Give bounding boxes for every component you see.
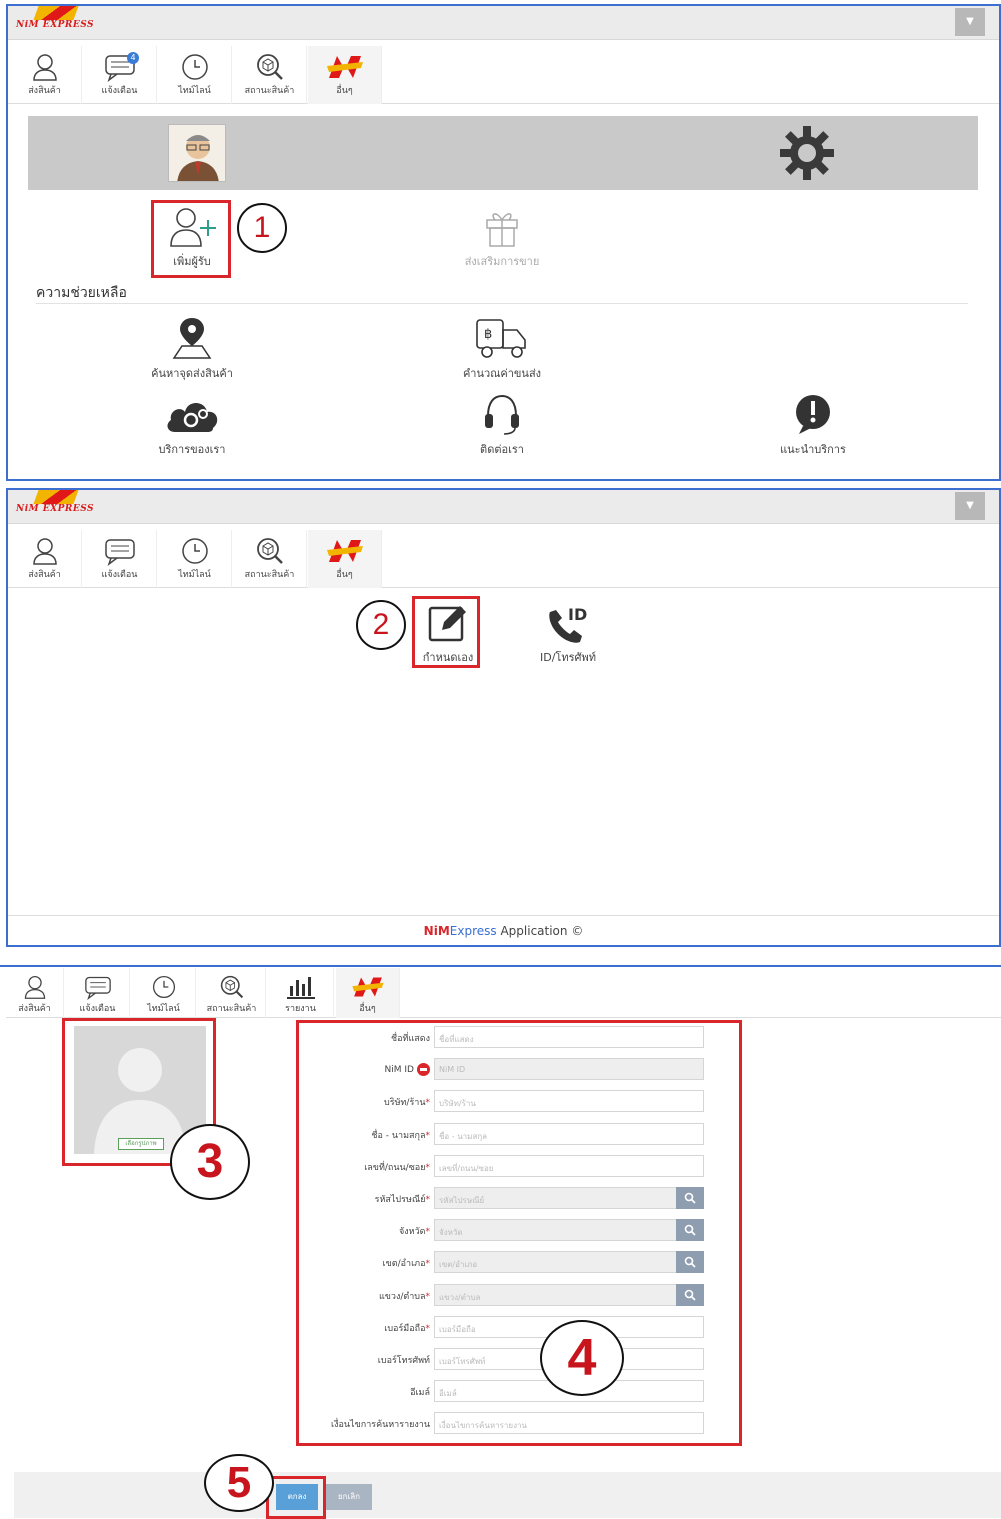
truck-baht-icon: ฿ xyxy=(476,319,526,358)
tab-label: แจ้งเตือน xyxy=(101,86,138,96)
tab-label: สถานะสินค้า xyxy=(206,1004,257,1014)
step-marker-5: 5 xyxy=(204,1454,274,1512)
find-dropoff-button[interactable]: ค้นหาจุดส่งสินค้า xyxy=(132,316,252,382)
tab-label: อื่นๆ xyxy=(359,1004,376,1014)
clock-icon xyxy=(181,54,208,80)
tab-timeline[interactable]: ไทม์ไลน์ xyxy=(158,46,232,104)
highlight-box-2 xyxy=(412,596,480,668)
find-dropoff-label: ค้นหาจุดส่งสินค้า xyxy=(151,367,233,380)
step-marker-1: 1 xyxy=(237,203,287,253)
our-services-button[interactable]: บริการของเรา xyxy=(132,392,252,458)
cloud-gear-icon xyxy=(167,403,218,432)
app-footer: NiMExpress Application © xyxy=(8,915,999,945)
profile-banner xyxy=(28,116,978,190)
tab-others[interactable]: อื่นๆ xyxy=(308,530,382,588)
tab-label: ไทม์ไลน์ xyxy=(147,1004,180,1014)
divider xyxy=(36,303,968,304)
box-search-icon xyxy=(220,975,243,999)
panel-add-method: NiM EXPRESS ▼ ส่งสินค้า แจ้งเตือน ไทม์ไล… xyxy=(6,488,1001,947)
cancel-button[interactable]: ยกเลิก xyxy=(326,1484,372,1510)
tab-label: สถานะสินค้า xyxy=(244,86,295,96)
tab-label: ส่งสินค้า xyxy=(18,1004,51,1014)
tab-bar: ส่งสินค้า แจ้งเตือน ไทม์ไลน์ สถานะสินค้า… xyxy=(8,530,999,588)
tab-others[interactable]: อื่นๆ xyxy=(308,46,382,104)
gift-icon xyxy=(486,213,518,247)
tab-report[interactable]: รายงาน xyxy=(268,968,334,1018)
recommend-service-label: แนะนำบริการ xyxy=(780,443,846,456)
panel-divider xyxy=(0,965,1001,967)
calc-shipping-button[interactable]: ฿ คำนวณค่าขนส่ง xyxy=(442,316,562,382)
svg-text:ID: ID xyxy=(568,605,587,624)
our-services-label: บริการของเรา xyxy=(158,443,226,456)
highlight-box-5 xyxy=(266,1476,326,1519)
svg-text:฿: ฿ xyxy=(484,327,492,342)
app-header: NiM EXPRESS ▼ xyxy=(8,490,999,524)
nim-express-logo: NiM EXPRESS xyxy=(14,6,104,38)
tab-label: อื่นๆ xyxy=(336,570,353,580)
nim-express-logo: NiM EXPRESS xyxy=(14,490,104,522)
recommend-service-button[interactable]: แนะนำบริการ xyxy=(753,392,873,458)
tab-notifications[interactable]: แจ้งเตือน xyxy=(83,530,157,588)
tab-status[interactable]: สถานะสินค้า xyxy=(198,968,266,1018)
message-icon xyxy=(84,976,111,1000)
highlight-box-1 xyxy=(151,200,231,278)
bar-chart-icon xyxy=(286,977,315,999)
panel-recipient-menu: NiM EXPRESS ▼ ส่งสินค้า 4 แจ้งเตือน ไทม์… xyxy=(6,4,1001,481)
highlight-box-4 xyxy=(296,1020,742,1446)
settings-gear-icon[interactable] xyxy=(776,122,838,184)
tab-label: แจ้งเตือน xyxy=(101,570,138,580)
message-icon xyxy=(104,539,135,566)
dropdown-button[interactable]: ▼ xyxy=(955,8,985,36)
tab-notifications[interactable]: แจ้งเตือน xyxy=(66,968,130,1018)
tab-send[interactable]: ส่งสินค้า xyxy=(8,46,82,104)
alert-bubble-icon xyxy=(796,395,830,434)
id-phone-button[interactable]: ID ID/โทรศัพท์ xyxy=(508,602,628,666)
nim-logo-icon xyxy=(326,540,363,562)
phone-id-icon: ID xyxy=(549,605,587,643)
tab-label: ส่งสินค้า xyxy=(28,570,61,580)
dropdown-button[interactable]: ▼ xyxy=(955,492,985,520)
tab-timeline[interactable]: ไทม์ไลน์ xyxy=(132,968,196,1018)
clock-icon xyxy=(152,975,175,999)
tab-label: แจ้งเตือน xyxy=(79,1004,116,1014)
tab-bar: ส่งสินค้า แจ้งเตือน ไทม์ไลน์ สถานะสินค้า… xyxy=(6,968,1001,1018)
tab-label: อื่นๆ xyxy=(336,86,353,96)
promotion-button[interactable]: ส่งเสริมการขาย xyxy=(442,206,562,270)
tab-label: ไทม์ไลน์ xyxy=(178,86,211,96)
notification-badge: 4 xyxy=(127,52,139,64)
tab-send[interactable]: ส่งสินค้า xyxy=(6,968,64,1018)
tab-status[interactable]: สถานะสินค้า xyxy=(233,530,307,588)
tab-notifications[interactable]: 4 แจ้งเตือน xyxy=(83,46,157,104)
app-header: NiM EXPRESS ▼ xyxy=(8,6,999,40)
headset-icon xyxy=(485,394,519,435)
calc-shipping-label: คำนวณค่าขนส่ง xyxy=(462,367,542,380)
contact-us-label: ติดต่อเรา xyxy=(480,443,524,456)
tab-status[interactable]: สถานะสินค้า xyxy=(233,46,307,104)
help-section-title: ความช่วยเหลือ xyxy=(36,285,127,301)
clock-icon xyxy=(181,538,208,564)
tab-timeline[interactable]: ไทม์ไลน์ xyxy=(158,530,232,588)
tab-label: ไทม์ไลน์ xyxy=(178,570,211,580)
nim-logo-icon xyxy=(351,977,384,997)
step-marker-3: 3 xyxy=(170,1124,250,1200)
tab-send[interactable]: ส่งสินค้า xyxy=(8,530,82,588)
promotion-label: ส่งเสริมการขาย xyxy=(464,255,540,268)
tab-others[interactable]: อื่นๆ xyxy=(336,968,400,1018)
user-icon xyxy=(32,538,57,565)
id-phone-label: ID/โทรศัพท์ xyxy=(540,651,596,664)
tab-label: ส่งสินค้า xyxy=(28,86,61,96)
tab-label: รายงาน xyxy=(285,1004,316,1014)
tab-label: สถานะสินค้า xyxy=(244,570,295,580)
box-search-icon xyxy=(256,538,283,564)
tab-bar: ส่งสินค้า 4 แจ้งเตือน ไทม์ไลน์ สถานะสินค… xyxy=(8,46,999,104)
form-action-bar: ตกลง ยกเลิก xyxy=(14,1472,1001,1518)
box-search-icon xyxy=(256,54,283,80)
step-marker-4: 4 xyxy=(540,1320,624,1396)
profile-avatar[interactable] xyxy=(168,124,226,182)
user-icon xyxy=(24,975,45,999)
map-pin-icon xyxy=(172,318,212,359)
user-icon xyxy=(32,54,57,81)
nim-logo-icon xyxy=(326,56,363,78)
contact-us-button[interactable]: ติดต่อเรา xyxy=(442,392,562,458)
